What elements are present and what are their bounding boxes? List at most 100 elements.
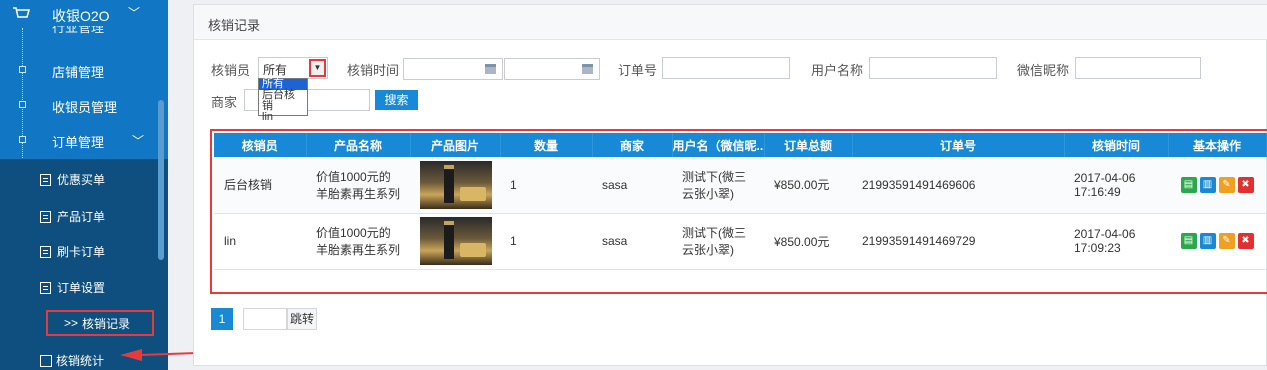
username-label: 用户名称 <box>811 63 864 78</box>
verify-clock: 17:16:49 <box>1074 184 1121 199</box>
sidebar-item-label: 店铺管理 <box>52 65 105 80</box>
verifier-cell: 后台核销 <box>214 157 306 214</box>
delete-icon[interactable]: ✖ <box>1237 176 1254 193</box>
sidebar-item-orders[interactable]: 订单管理 ﹀ <box>52 132 144 151</box>
order-no-cell: 21993591491469729 <box>852 213 1064 270</box>
dropdown-arrow-icon[interactable]: ▼ <box>309 59 326 77</box>
product-name-cell: 价值1000元的羊胎素再生系列 <box>306 213 410 270</box>
verify-date: 2017-04-06 <box>1074 170 1136 185</box>
page-jump-input[interactable] <box>243 308 287 330</box>
sidebar-item-cashier[interactable]: 收银员管理 <box>52 97 117 116</box>
column-header: 订单总额 <box>764 133 853 157</box>
submenu-item-label: 刷卡订单 <box>57 245 106 259</box>
pencil-icon[interactable]: ✎ <box>1218 176 1235 193</box>
verify-time-cell: 2017-04-06 17:16:49 <box>1064 157 1168 214</box>
delete-icon[interactable]: ✖ <box>1237 233 1254 249</box>
dropdown-option[interactable]: 后台核销 <box>259 90 307 112</box>
calendar-icon[interactable] <box>485 64 496 74</box>
column-header: 用户名（微信昵... <box>672 133 765 157</box>
verify-time-cell: 2017-04-06 17:09:23 <box>1064 213 1168 270</box>
table-header-row: 核销员 产品名称 产品图片 数量 商家 用户名（微信昵... 订单总额 订单号 … <box>214 133 1267 157</box>
column-header: 基本操作 <box>1168 133 1267 157</box>
edit-icon[interactable]: ▥ <box>1199 176 1216 193</box>
verifier-dropdown-list: 所有 后台核销 lin <box>258 78 308 123</box>
detail-icon[interactable]: ▤ <box>1180 176 1197 193</box>
submenu-item-verification-records[interactable]: >> 核销记录 <box>46 310 154 336</box>
column-header: 产品名称 <box>306 133 411 157</box>
amount-cell: ¥850.00元 <box>764 213 852 270</box>
product-image[interactable] <box>420 217 492 265</box>
submenu-item-card-orders[interactable]: 刷卡订单 <box>40 243 105 260</box>
tree-node-icon <box>19 101 26 108</box>
sidebar: 收银O2O ﹀ 行业管理 店铺管理 收银员管理 订单管理 ﹀ 优惠买单 产品订单… <box>0 0 168 370</box>
order-no-label: 订单号 <box>618 63 658 78</box>
quantity-cell: 1 <box>500 213 592 270</box>
submenu-item-label: 订单设置 <box>57 281 106 295</box>
stats-icon <box>40 354 52 367</box>
double-chevron-icon: >> <box>64 316 79 330</box>
table-row: lin 价值1000元的羊胎素再生系列 1 sasa 测试下(微三云张小翠) ¥… <box>214 213 1266 270</box>
submenu-item-label: 核销记录 <box>82 316 131 331</box>
column-header: 核销员 <box>214 133 307 157</box>
content-panel: 核销记录 核销员 所有 ▼ 核销时间 - 订单号 用户名称 微信昵称 商家 搜索… <box>193 4 1267 366</box>
merchant-cell: sasa <box>592 213 672 270</box>
cart-icon <box>13 7 30 18</box>
records-table-highlight: 核销员 产品名称 产品图片 数量 商家 用户名（微信昵... 订单总额 订单号 … <box>210 129 1267 294</box>
edit-icon[interactable]: ▥ <box>1199 233 1216 249</box>
document-icon <box>40 210 51 223</box>
verify-time-label: 核销时间 <box>347 63 400 78</box>
dropdown-option[interactable]: lin <box>259 112 307 123</box>
page-jump-button[interactable]: 跳转 <box>287 308 317 330</box>
order-no-input[interactable] <box>662 57 790 79</box>
submenu-item-label: 核销统计 <box>56 354 105 368</box>
detail-icon[interactable]: ▤ <box>1180 233 1197 249</box>
verifier-label: 核销员 <box>211 63 251 78</box>
verifier-select-value: 所有 <box>263 63 288 77</box>
merchant-cell: sasa <box>592 157 672 214</box>
verifier-cell: lin <box>214 213 306 270</box>
order-submenu: 优惠买单 产品订单 刷卡订单 订单设置 <box>0 159 168 370</box>
username-input[interactable] <box>869 57 997 79</box>
operations-cell: ▤ ▥ ✎ ✖ <box>1168 157 1266 214</box>
sidebar-item-label: 收银员管理 <box>52 100 118 115</box>
amount-cell: ¥850.00元 <box>764 157 852 214</box>
submenu-item-label: 优惠买单 <box>57 173 106 187</box>
verifier-select[interactable]: 所有 ▼ <box>258 57 328 79</box>
submenu-item-product-orders[interactable]: 产品订单 <box>40 208 105 225</box>
sidebar-item-industry[interactable]: 行业管理 <box>52 26 104 36</box>
document-icon <box>40 281 51 294</box>
submenu-item-order-settings[interactable]: 订单设置 <box>40 279 105 296</box>
wechat-nickname-input[interactable] <box>1075 57 1201 79</box>
product-image[interactable] <box>420 160 492 209</box>
verify-clock: 17:09:23 <box>1074 241 1121 255</box>
tree-node-icon <box>19 136 26 143</box>
wechat-nickname-label: 微信昵称 <box>1017 63 1070 78</box>
merchant-label: 商家 <box>211 95 238 110</box>
pencil-icon[interactable]: ✎ <box>1218 233 1235 249</box>
operations-cell: ▤ ▥ ✎ ✖ <box>1168 213 1266 270</box>
search-button[interactable]: 搜索 <box>375 90 418 110</box>
chevron-down-icon: ﹀ <box>132 134 145 148</box>
submenu-item-discount[interactable]: 优惠买单 <box>40 171 105 188</box>
sidebar-scrollbar[interactable] <box>158 100 164 260</box>
page-number-button[interactable]: 1 <box>211 308 233 330</box>
records-table: 核销员 产品名称 产品图片 数量 商家 用户名（微信昵... 订单总额 订单号 … <box>214 133 1267 270</box>
tree-node-icon <box>19 66 26 73</box>
product-name-cell: 价值1000元的羊胎素再生系列 <box>306 157 410 214</box>
calendar-icon[interactable] <box>582 64 593 74</box>
user-cell: 测试下(微三云张小翠) <box>672 157 764 214</box>
order-no-cell: 21993591491469606 <box>852 157 1064 214</box>
column-header: 产品图片 <box>410 133 501 157</box>
sidebar-item-store[interactable]: 店铺管理 <box>52 62 104 81</box>
column-header: 数量 <box>500 133 593 157</box>
start-date-input[interactable] <box>403 58 503 80</box>
end-date-input[interactable] <box>504 58 600 80</box>
column-header: 订单号 <box>852 133 1065 157</box>
sidebar-header[interactable]: 收银O2O ﹀ <box>0 0 168 28</box>
product-image-cell <box>410 157 500 214</box>
submenu-item-verification-stats[interactable]: 核销统计 <box>40 352 104 369</box>
column-header: 核销时间 <box>1064 133 1169 157</box>
chevron-down-icon: ﹀ <box>128 6 141 20</box>
product-image-cell <box>410 213 500 270</box>
annotation-arrow-head <box>120 349 142 361</box>
